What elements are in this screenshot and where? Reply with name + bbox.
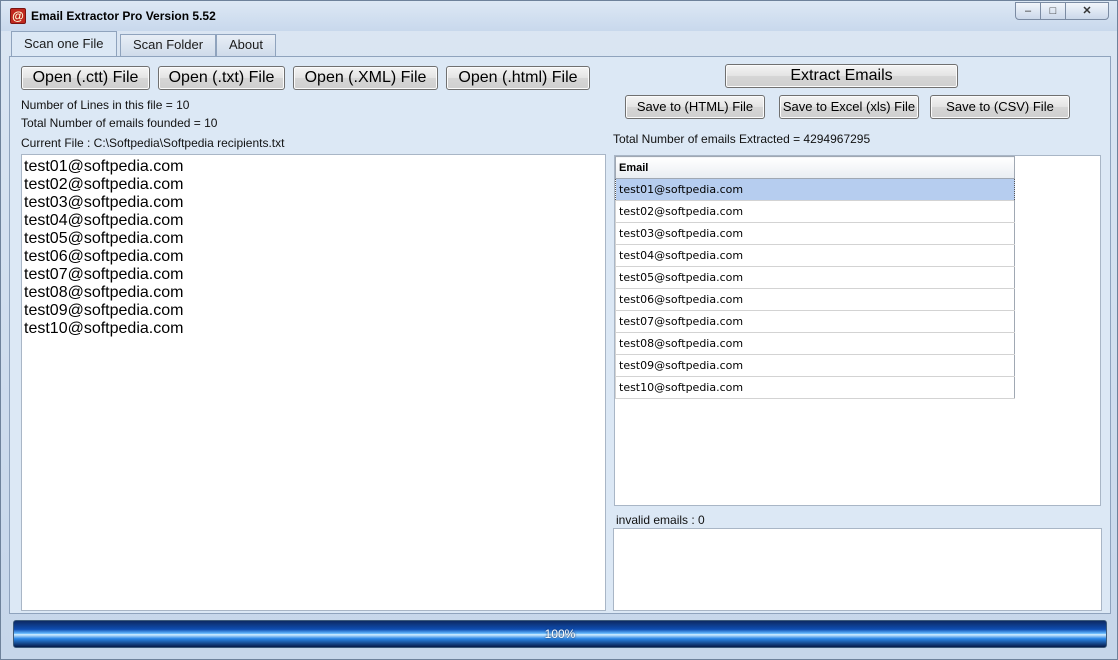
save-excel-button[interactable]: Save to Excel (xls) File (779, 95, 919, 119)
source-line: test10@softpedia.com (24, 320, 184, 337)
source-line: test05@softpedia.com (24, 230, 184, 247)
tab-scan-one-file[interactable]: Scan one File (11, 31, 117, 57)
open-txt-button[interactable]: Open (.txt) File (158, 66, 285, 90)
save-html-button[interactable]: Save to (HTML) File (625, 95, 765, 119)
table-row[interactable]: test06@softpedia.com (615, 288, 1015, 311)
source-line: test04@softpedia.com (24, 212, 184, 229)
table-row[interactable]: test04@softpedia.com (615, 244, 1015, 267)
email-column-header[interactable]: Email (615, 156, 1015, 179)
source-line: test02@softpedia.com (24, 176, 184, 193)
found-count-label: Total Number of emails founded = 10 (21, 116, 218, 130)
open-xml-button[interactable]: Open (.XML) File (293, 66, 438, 90)
title-bar: @ Email Extractor Pro Version 5.52 – □ ✕ (1, 1, 1117, 31)
email-cell[interactable]: test03@softpedia.com (615, 222, 1015, 245)
progress-bar: 100% (13, 620, 1107, 648)
tab-about[interactable]: About (216, 34, 276, 56)
email-cell[interactable]: test01@softpedia.com (615, 178, 1015, 201)
open-html-button[interactable]: Open (.html) File (446, 66, 590, 90)
save-csv-button[interactable]: Save to (CSV) File (930, 95, 1070, 119)
source-line: test03@softpedia.com (24, 194, 184, 211)
maximize-button[interactable]: □ (1040, 2, 1066, 20)
minimize-button[interactable]: – (1015, 2, 1041, 20)
extract-emails-button[interactable]: Extract Emails (725, 64, 958, 88)
source-line: test01@softpedia.com (24, 158, 184, 175)
table-row[interactable]: test09@softpedia.com (615, 354, 1015, 377)
email-cell[interactable]: test05@softpedia.com (615, 266, 1015, 289)
table-row[interactable]: test02@softpedia.com (615, 200, 1015, 223)
table-row[interactable]: test08@softpedia.com (615, 332, 1015, 355)
source-text-area[interactable]: test01@softpedia.com test02@softpedia.co… (21, 154, 606, 611)
email-cell[interactable]: test07@softpedia.com (615, 310, 1015, 333)
source-line: test07@softpedia.com (24, 266, 184, 283)
current-file-label: Current File : C:\Softpedia\Softpedia re… (21, 136, 285, 150)
close-button[interactable]: ✕ (1065, 2, 1109, 20)
table-row[interactable]: test05@softpedia.com (615, 266, 1015, 289)
tab-scan-folder[interactable]: Scan Folder (120, 34, 217, 56)
email-cell[interactable]: test04@softpedia.com (615, 244, 1015, 267)
table-row[interactable]: test03@softpedia.com (615, 222, 1015, 245)
source-line: test08@softpedia.com (24, 284, 184, 301)
invalid-emails-label: invalid emails : 0 (616, 513, 705, 527)
email-results-grid[interactable]: Email test01@softpedia.com test02@softpe… (614, 155, 1101, 506)
line-count-label: Number of Lines in this file = 10 (21, 98, 190, 112)
email-table: Email test01@softpedia.com test02@softpe… (615, 156, 1015, 399)
table-row[interactable]: test10@softpedia.com (615, 376, 1015, 399)
email-cell[interactable]: test02@softpedia.com (615, 200, 1015, 223)
email-cell[interactable]: test08@softpedia.com (615, 332, 1015, 355)
app-window: @ Email Extractor Pro Version 5.52 – □ ✕… (0, 0, 1118, 660)
app-email-icon: @ (10, 8, 26, 24)
open-ctt-button[interactable]: Open (.ctt) File (21, 66, 150, 90)
total-extracted-label: Total Number of emails Extracted = 42949… (613, 132, 871, 146)
window-title: Email Extractor Pro Version 5.52 (31, 9, 216, 23)
progress-label: 100% (544, 627, 576, 641)
table-row[interactable]: test01@softpedia.com (615, 178, 1015, 201)
table-row[interactable]: test07@softpedia.com (615, 310, 1015, 333)
email-cell[interactable]: test10@softpedia.com (615, 376, 1015, 399)
source-line: test09@softpedia.com (24, 302, 184, 319)
email-cell[interactable]: test06@softpedia.com (615, 288, 1015, 311)
email-cell[interactable]: test09@softpedia.com (615, 354, 1015, 377)
invalid-emails-box[interactable] (613, 528, 1102, 611)
source-line: test06@softpedia.com (24, 248, 184, 265)
